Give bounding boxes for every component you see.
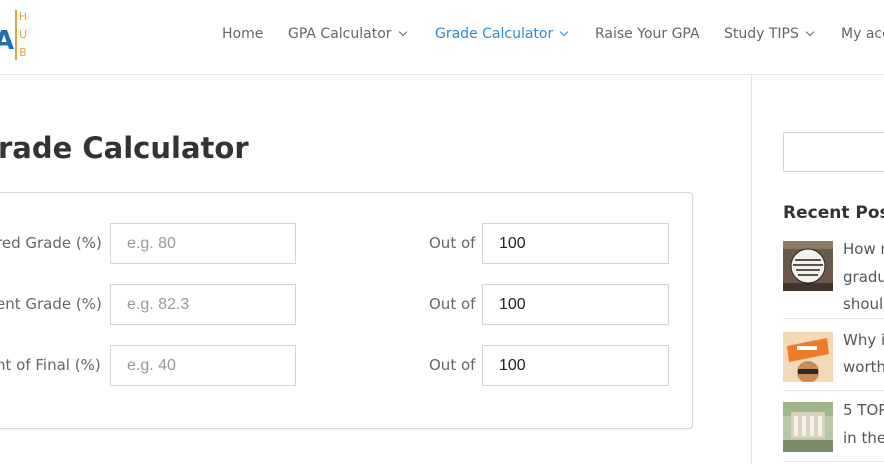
post-title-line[interactable]: shoul [843,292,884,316]
post-title-line[interactable]: Why i [843,328,884,352]
logo-letter-a: A [0,26,15,56]
current-grade-out-of-input[interactable] [482,284,669,325]
nav-raise-your-gpa[interactable]: Raise Your GPA [595,24,700,44]
out-of-label: Out of [429,295,476,313]
nav-study-tips-label: Study TIPS [724,26,799,42]
recent-posts-title: Recent Posts [783,203,884,223]
post-thumbnail[interactable] [783,241,833,291]
nav-study-tips[interactable]: Study TIPS [724,24,815,44]
site-header: A H U B Home GPA Calculator Grade Calcul… [0,0,884,75]
page-title: rade Calculator [0,131,249,165]
chevron-down-icon [398,27,407,37]
recent-post-item[interactable]: How n gradu shoul [783,237,884,313]
chevron-down-icon [559,27,569,37]
sidebar-divider [751,75,752,464]
logo-letter-h: H [18,10,28,23]
desired-grade-label: red Grade (%) [0,234,102,252]
site-logo[interactable]: A H U B [0,8,40,62]
nav-gpa-calculator-label: GPA Calculator [288,26,392,42]
out-of-label: Out of [429,356,476,374]
nav-my-account[interactable]: My acc [841,24,884,44]
current-grade-label: ent Grade (%) [0,295,102,313]
logo-letter-b: B [19,46,27,59]
post-title-line[interactable]: 5 TOP [843,398,884,422]
chevron-down-icon [805,27,815,37]
post-title-line[interactable]: How n [843,237,884,261]
post-thumbnail[interactable] [783,402,833,452]
post-separator [783,390,884,391]
nav-gpa-calculator[interactable]: GPA Calculator [288,24,407,44]
desired-grade-input[interactable] [110,223,296,264]
recent-post-item[interactable]: 5 TOP in the [783,401,884,453]
weight-of-final-out-of-input[interactable] [482,345,669,386]
out-of-label: Out of [429,234,476,252]
nav-grade-calculator[interactable]: Grade Calculator [435,24,569,44]
weight-of-final-label: ht of Final (%) [0,356,101,374]
post-title-line[interactable]: gradu [843,265,884,289]
sidebar-search-input[interactable] [783,132,884,172]
current-grade-input[interactable] [110,284,296,325]
nav-my-account-label: My acc [841,26,884,42]
desired-grade-out-of-input[interactable] [482,223,669,264]
post-thumbnail[interactable] [783,332,833,382]
nav-home[interactable]: Home [222,24,263,44]
post-title-line[interactable]: worth [843,355,884,379]
nav-grade-calculator-label: Grade Calculator [435,26,554,42]
post-separator [783,461,884,462]
post-title-line[interactable]: in the [843,426,884,450]
weight-of-final-input[interactable] [110,345,296,386]
post-separator [783,318,884,319]
nav-home-label: Home [222,26,264,42]
recent-post-item[interactable]: Why i worth [783,330,884,382]
nav-raise-your-gpa-label: Raise Your GPA [595,26,700,42]
logo-letter-u: U [18,28,28,41]
